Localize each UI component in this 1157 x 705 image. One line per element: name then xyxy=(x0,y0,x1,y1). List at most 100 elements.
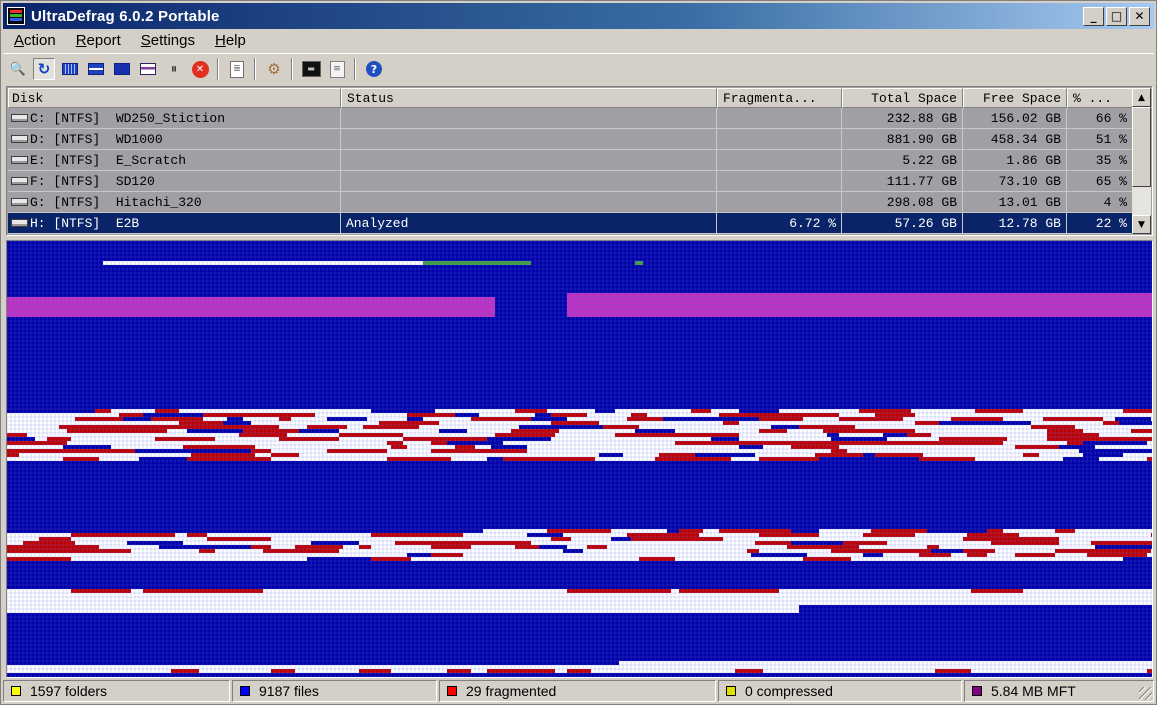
cluster-run xyxy=(1075,557,1095,561)
disk-total-space: 232.88 GB xyxy=(842,108,963,129)
cluster-run xyxy=(927,529,987,533)
disk-row-e[interactable]: E: [NTFS] E_Scratch 5.22 GB 1.86 GB 35 % xyxy=(8,150,1133,171)
cluster-run xyxy=(327,549,339,553)
disk-row-c[interactable]: C: [NTFS] WD250_Stiction 232.88 GB 156.0… xyxy=(8,108,1133,129)
maximize-button[interactable]: □ xyxy=(1106,6,1127,26)
cluster-run xyxy=(915,429,951,433)
resize-grip-icon[interactable] xyxy=(1139,687,1152,700)
cluster-run xyxy=(847,449,907,453)
cluster-run xyxy=(455,445,475,449)
column-status[interactable]: Status xyxy=(341,88,717,108)
repeat-button[interactable]: ↻ xyxy=(33,58,55,80)
report-button[interactable]: ≣ xyxy=(226,58,248,80)
disk-row-d[interactable]: D: [NTFS] WD1000 881.90 GB 458.34 GB 51 … xyxy=(8,129,1133,150)
cluster-run xyxy=(923,453,983,457)
cluster-run xyxy=(327,449,387,453)
column-percent-free[interactable]: % ... xyxy=(1067,88,1133,108)
disk-free-space: 1.86 GB xyxy=(963,150,1067,171)
cluster-run xyxy=(587,553,631,557)
cluster-run xyxy=(675,425,735,429)
cluster-run xyxy=(603,557,639,561)
disk-total-space: 298.08 GB xyxy=(842,192,963,213)
menu-settings[interactable]: Settings xyxy=(130,32,204,49)
column-fragmentation[interactable]: Fragmenta... xyxy=(717,88,842,108)
cluster-run xyxy=(7,409,43,413)
disk-fragmentation xyxy=(717,171,842,192)
cluster-run xyxy=(131,549,143,553)
cluster-run xyxy=(759,533,819,537)
hard-drive-icon xyxy=(11,114,28,122)
cluster-run xyxy=(491,445,527,449)
disk-list-scrollbar[interactable]: ▲ ▼ xyxy=(1132,88,1151,234)
minimize-button[interactable]: _ xyxy=(1083,6,1104,26)
cluster-run xyxy=(743,589,779,593)
column-total-space[interactable]: Total Space xyxy=(842,88,963,108)
cluster-run xyxy=(479,413,491,417)
cluster-run xyxy=(395,537,407,541)
column-disk[interactable]: Disk xyxy=(8,88,341,108)
cluster-run xyxy=(611,537,631,541)
column-free-space[interactable]: Free Space xyxy=(963,88,1067,108)
cluster-run xyxy=(599,429,635,433)
disk-fragmentation xyxy=(717,129,842,150)
disk-row-h[interactable]: H: [NTFS] E2B Analyzed 6.72 % 57.26 GB 1… xyxy=(8,213,1133,234)
boot-time-button[interactable]: ▬ xyxy=(300,58,322,80)
status-files: 9187 files xyxy=(232,680,437,702)
help-icon: ? xyxy=(366,61,382,77)
disk-list[interactable]: Disk Status Fragmenta... Total Space Fre… xyxy=(6,86,1153,236)
disk-row-g[interactable]: G: [NTFS] Hitachi_320 298.08 GB 13.01 GB… xyxy=(8,192,1133,213)
disk-status xyxy=(341,171,717,192)
cluster-run xyxy=(279,553,339,557)
folders-legend-swatch xyxy=(11,686,21,696)
cluster-run xyxy=(527,549,563,553)
stop-button[interactable]: ✕ xyxy=(189,58,211,80)
cluster-run xyxy=(71,589,131,593)
cluster-run xyxy=(283,449,327,453)
menu-action[interactable]: Action xyxy=(3,32,65,49)
cluster-run xyxy=(1091,533,1151,537)
full-optimize-button[interactable] xyxy=(111,58,133,80)
cluster-run xyxy=(939,421,999,425)
analyze-button[interactable]: 🔍 xyxy=(7,58,29,80)
defragment-button[interactable] xyxy=(59,58,81,80)
cluster-run xyxy=(787,429,823,433)
cluster-run xyxy=(815,545,859,549)
script-button[interactable]: ≡ xyxy=(326,58,348,80)
title-bar[interactable]: UltraDefrag 6.0.2 Portable _ □ ✕ xyxy=(3,3,1154,29)
scroll-down-button[interactable]: ▼ xyxy=(1132,215,1151,234)
menu-report[interactable]: Report xyxy=(65,32,130,49)
help-button[interactable]: ? xyxy=(363,58,385,80)
cluster-run xyxy=(759,417,803,421)
cluster-run xyxy=(1047,541,1059,545)
disk-status: Analyzed xyxy=(341,213,717,234)
cluster-run xyxy=(407,537,427,541)
disk-name: D: [NTFS] WD1000 xyxy=(30,131,163,147)
disk-row-f[interactable]: F: [NTFS] SD120 111.77 GB 73.10 GB 65 % xyxy=(8,171,1133,192)
cluster-run xyxy=(71,533,115,537)
scroll-thumb[interactable] xyxy=(1132,107,1151,187)
disk-free-space: 156.02 GB xyxy=(963,108,1067,129)
cluster-run xyxy=(339,429,351,433)
cluster-run xyxy=(935,669,971,673)
cluster-run xyxy=(1103,437,1152,441)
cluster-run xyxy=(1095,445,1115,449)
disk-status xyxy=(341,108,717,129)
menu-help[interactable]: Help xyxy=(204,32,255,49)
hard-drive-icon xyxy=(11,177,28,185)
disk-percent-free: 66 % xyxy=(1067,108,1133,129)
disk-name: F: [NTFS] SD120 xyxy=(30,173,155,189)
cluster-run xyxy=(163,557,207,561)
close-button[interactable]: ✕ xyxy=(1129,6,1150,26)
preferences-button[interactable]: ⚙ xyxy=(263,58,285,80)
disk-name: E: [NTFS] E_Scratch xyxy=(30,152,187,168)
cluster-run xyxy=(227,537,271,541)
cluster-run xyxy=(207,537,227,541)
cluster-run xyxy=(599,421,659,425)
pause-button[interactable]: ⏸ xyxy=(163,58,185,80)
cluster-run xyxy=(451,457,487,461)
optimize-mft-button[interactable] xyxy=(137,58,159,80)
quick-optimize-button[interactable] xyxy=(85,58,107,80)
arrow-down-icon: ▼ xyxy=(1138,219,1145,230)
scroll-up-button[interactable]: ▲ xyxy=(1132,88,1151,107)
cluster-run xyxy=(59,409,95,413)
